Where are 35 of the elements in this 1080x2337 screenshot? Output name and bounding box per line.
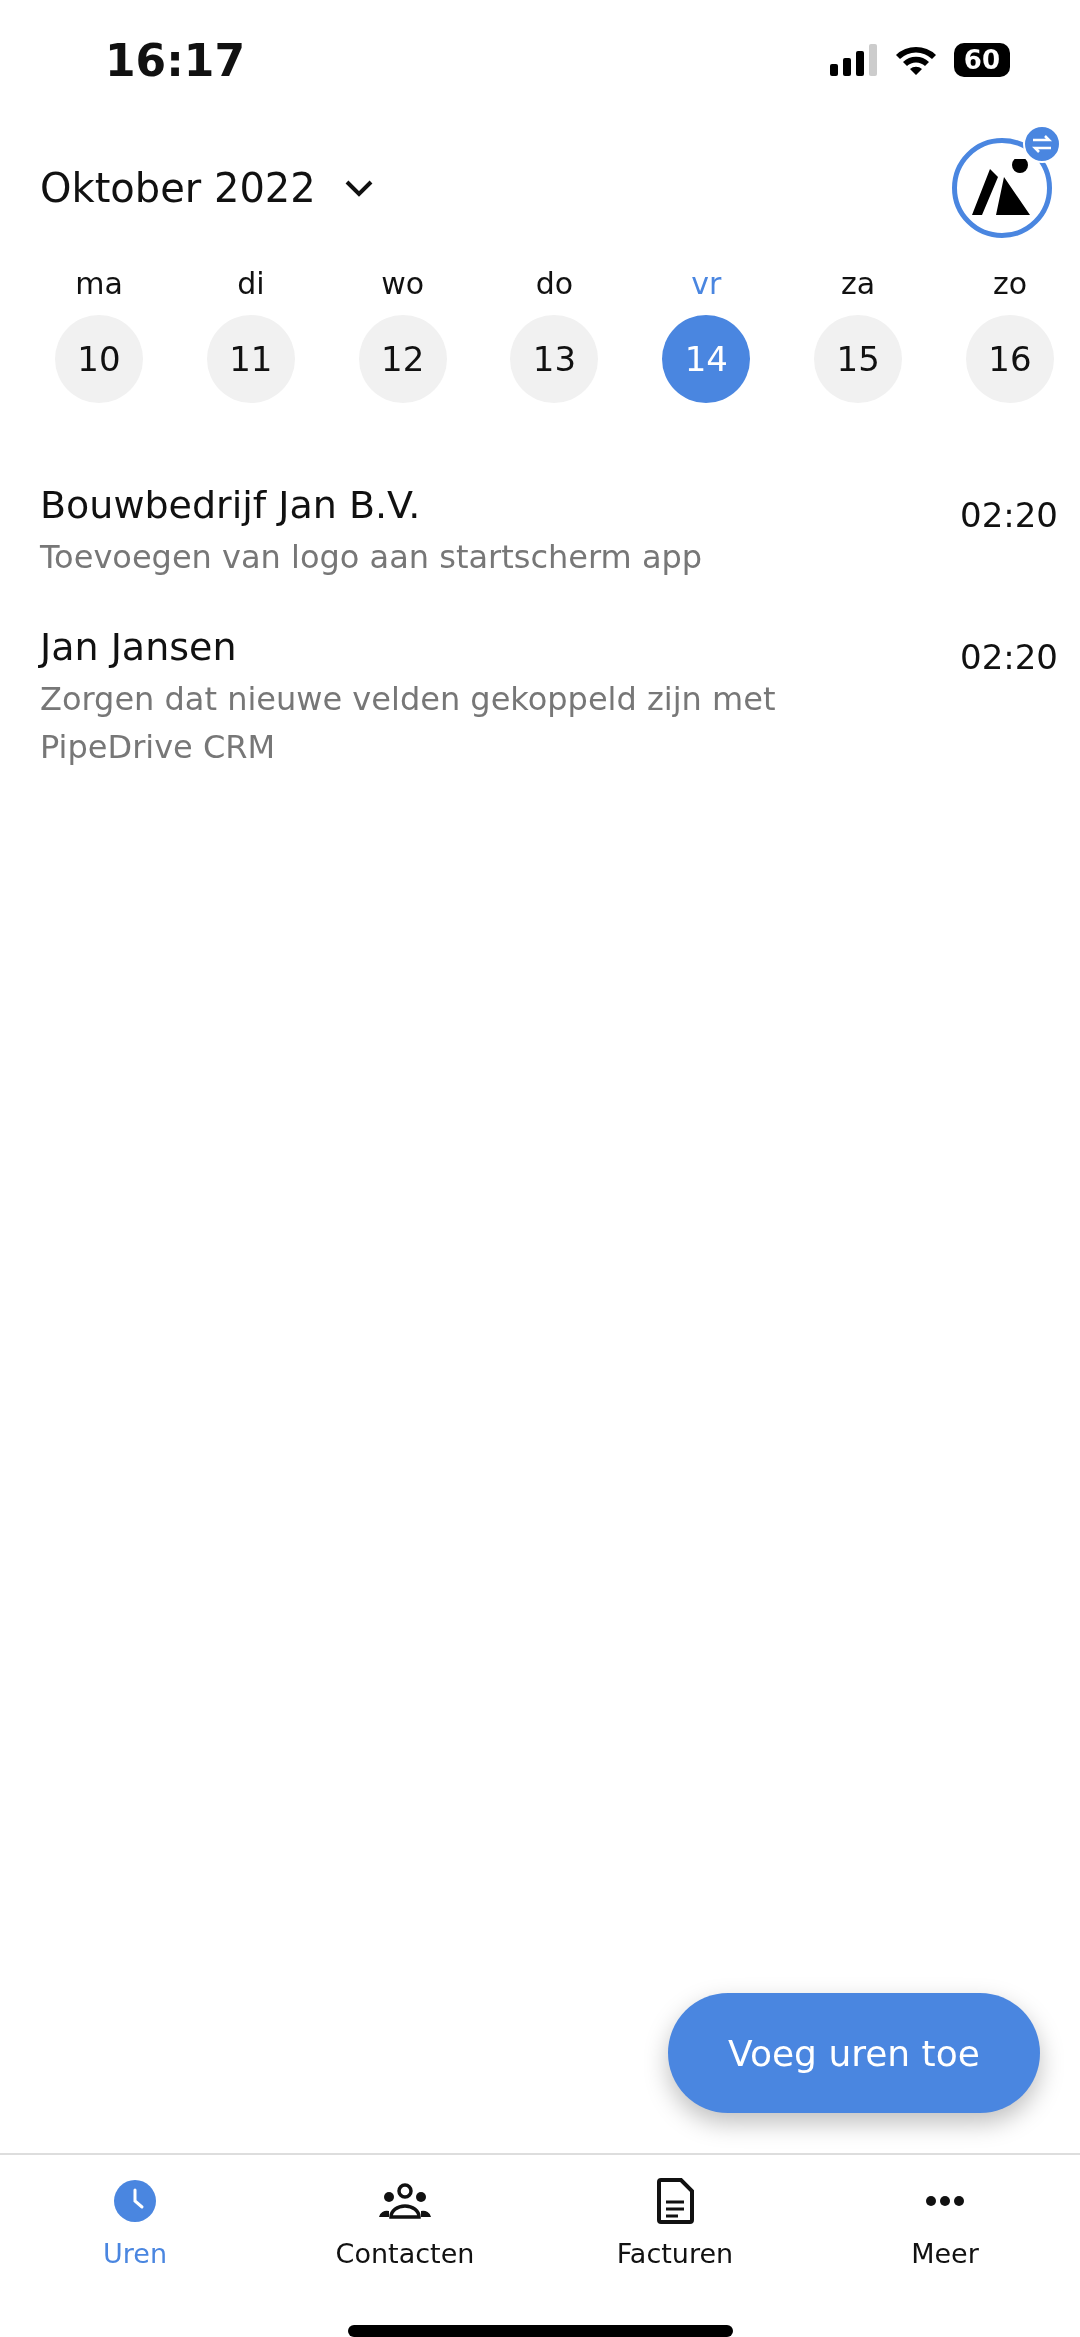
entry-duration: 02:20 xyxy=(960,637,1058,677)
tab-bar-item[interactable]: Contacten xyxy=(285,2175,525,2305)
weekday-label: do xyxy=(535,266,574,301)
weekday-label: zo xyxy=(992,266,1027,301)
status-time: 16:17 xyxy=(105,34,246,86)
client-name: Jan Jansen xyxy=(40,625,238,669)
weekday-label: di xyxy=(237,266,265,301)
entry-description: Zorgen dat nieuwe velden gekoppeld zijn met PipeDrive CRM xyxy=(40,679,777,768)
weekday-label: vr xyxy=(691,266,722,301)
people-icon xyxy=(379,2183,431,2219)
weekday-label: ma xyxy=(75,266,123,301)
tab-bar-item[interactable]: Meer xyxy=(825,2175,1065,2305)
client-name: Bouwbedrijf Jan B.V. xyxy=(40,483,422,527)
date-button[interactable]: 13 xyxy=(510,315,599,403)
tab-bar-item[interactable]: Facturen xyxy=(555,2175,795,2305)
weekday-label: za xyxy=(841,266,876,301)
date-button[interactable]: 15 xyxy=(814,315,903,403)
clock-icon xyxy=(113,2179,157,2223)
more-icon xyxy=(925,2195,965,2207)
switch-icon[interactable] xyxy=(1022,124,1062,164)
date-button[interactable]: 16 xyxy=(965,315,1054,403)
add-hours-button[interactable]: Voeg uren toe xyxy=(668,1993,1040,2113)
document-icon xyxy=(656,2178,694,2224)
battery-indicator: 60 xyxy=(953,43,1010,77)
date-button[interactable]: 10 xyxy=(55,315,143,403)
entry-duration: 02:20 xyxy=(960,495,1058,535)
entry-description: Toevoegen van logo aan startscherm app xyxy=(40,537,703,578)
month-picker[interactable]: Oktober 2022 xyxy=(40,165,374,211)
date-button[interactable]: 14 xyxy=(662,315,751,403)
date-button[interactable]: 12 xyxy=(358,315,447,403)
chevron-down-icon xyxy=(343,179,374,197)
weekday-label: wo xyxy=(381,266,425,301)
signal-icon xyxy=(829,44,878,76)
date-button[interactable]: 11 xyxy=(206,315,295,403)
tab-bar-item[interactable]: Uren xyxy=(15,2175,255,2305)
